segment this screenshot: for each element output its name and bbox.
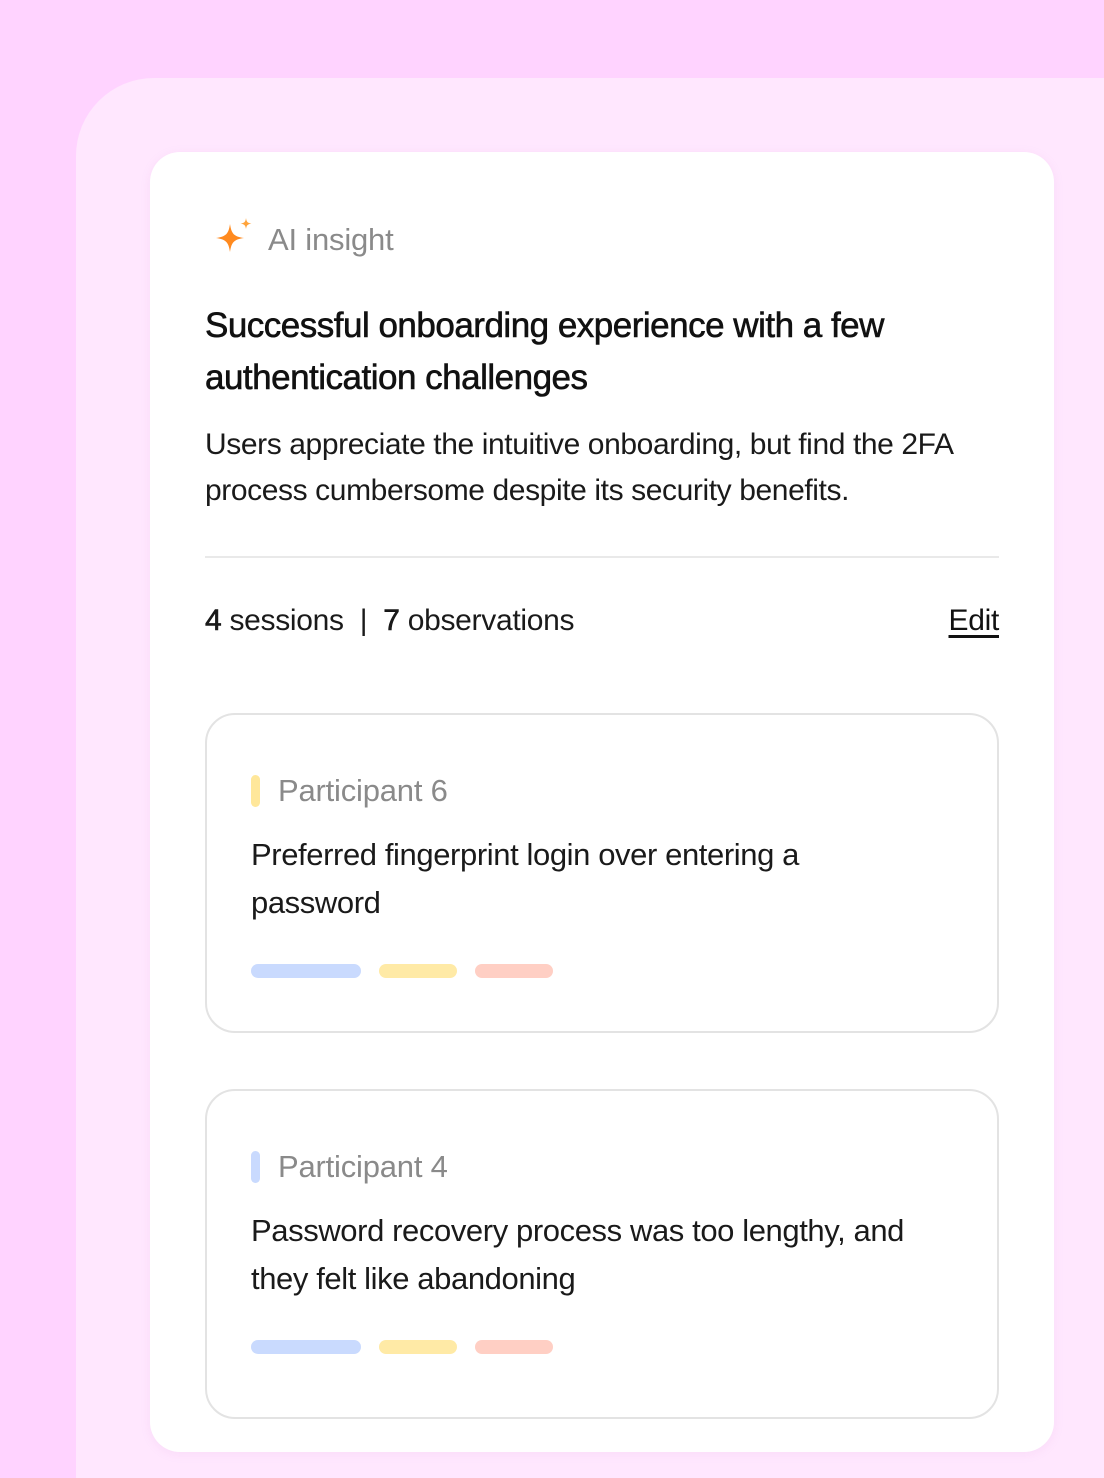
stats-summary: 4 sessions | 7 observations [205,604,575,638]
insight-label: AI insight [268,222,394,257]
tag-pill [251,1340,361,1354]
tag-list [251,1340,553,1354]
participant-color-marker [251,1151,260,1183]
edit-link[interactable]: Edit [949,604,1000,638]
insight-summary: Users appreciate the intuitive onboardin… [205,428,952,507]
observation-card[interactable]: Participant 6 Preferred fingerprint logi… [205,713,999,1033]
participant-color-marker [251,775,260,807]
observations-count: 7 [383,604,400,638]
tag-pill [379,964,457,978]
insight-title: Successful onboarding experience with a … [205,306,885,398]
tag-pill [251,964,361,978]
observations-label: observations [407,604,575,637]
participant-header: Participant 6 [251,773,448,809]
stats-row: 4 sessions | 7 observations Edit [205,604,1000,638]
observation-text: Password recovery process was too length… [251,1213,905,1296]
insight-header: AI insight [208,216,394,264]
sessions-label: sessions [229,604,344,637]
divider [205,556,999,558]
tag-pill [379,1340,457,1354]
sessions-count: 4 [205,604,222,638]
observation-text: Preferred fingerprint login over enterin… [251,837,800,920]
participant-name: Participant 6 [278,773,448,808]
participant-name: Participant 4 [278,1149,448,1184]
participant-header: Participant 4 [251,1149,448,1185]
ai-insight-card: AI insight Successful onboarding experie… [150,152,1054,1452]
sparkle-icon [216,218,252,252]
stats-separator: | [359,604,368,637]
observation-card[interactable]: Participant 4 Password recovery process … [205,1089,999,1419]
tag-pill [475,1340,553,1354]
tag-list [251,964,553,978]
tag-pill [475,964,553,978]
